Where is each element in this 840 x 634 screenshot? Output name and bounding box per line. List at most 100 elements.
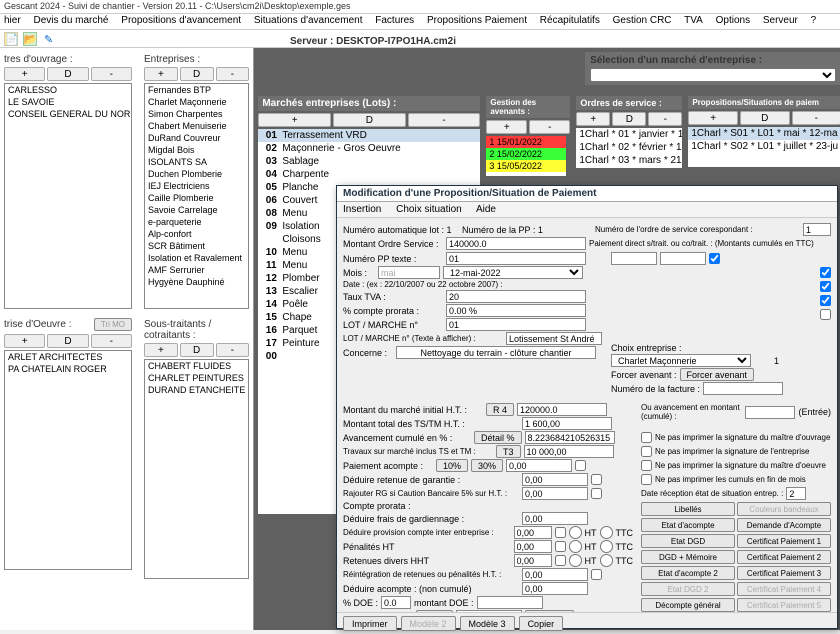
p10-button[interactable]: 10% (436, 459, 468, 472)
noimp1-check[interactable] (641, 431, 652, 444)
list-item[interactable]: 2 15/02/2022 (486, 148, 566, 160)
plus-button[interactable]: + (576, 112, 610, 126)
list-item[interactable]: 1Charl * S01 * L01 * mai * 12-ma (688, 127, 840, 140)
plus-button[interactable]: + (258, 113, 331, 127)
pd-check[interactable] (820, 294, 831, 307)
chk[interactable] (591, 473, 602, 486)
list-item[interactable]: IEJ Electriciens (145, 180, 248, 192)
avcum-input[interactable] (525, 431, 615, 444)
provi-input[interactable] (514, 526, 552, 539)
menu-item[interactable]: Propositions Paiement (427, 15, 527, 26)
list-item[interactable]: CHARLET PEINTURES (145, 372, 248, 384)
plus-button[interactable]: + (4, 334, 45, 348)
pd-check[interactable] (820, 266, 831, 279)
list-item[interactable]: CARLESSO (5, 84, 131, 96)
btn-couleurs[interactable]: Couleurs bandeaux (737, 502, 831, 516)
rhht-input[interactable] (514, 554, 552, 567)
menu-item[interactable]: Factures (375, 15, 414, 26)
choix-select[interactable]: Charlet Maçonnerie (611, 354, 751, 367)
tab-insertion[interactable]: Insertion (343, 204, 381, 215)
menu-item[interactable]: ? (811, 15, 817, 26)
avenants-list[interactable]: 1 15/01/20222 15/02/20223 15/05/2022 (486, 136, 566, 176)
btn-decompte[interactable]: Décompte général (641, 598, 735, 612)
plus-button[interactable]: + (144, 67, 178, 81)
pd-check[interactable] (820, 280, 831, 293)
d-button[interactable]: D (180, 67, 214, 81)
list-item[interactable]: Migdal Bois (145, 144, 248, 156)
frais-input[interactable] (522, 512, 588, 525)
detail-button[interactable]: Détail (416, 610, 453, 612)
noimp3-check[interactable] (641, 459, 652, 472)
list-item[interactable]: 1Charl * 03 * mars * 21-mar-2022 (576, 154, 682, 167)
ttc-radio[interactable] (600, 526, 613, 539)
menu-item[interactable]: Devis du marché (33, 15, 108, 26)
noimp4-check[interactable] (641, 473, 652, 486)
modele2-button[interactable]: Modèle 2 (401, 616, 456, 631)
d-button[interactable]: D (333, 113, 406, 127)
btn-cp1[interactable]: Certificat Paiement 1 (737, 534, 831, 548)
table-row[interactable]: 04Charpente (258, 168, 480, 181)
list-item[interactable]: CONSEIL GENERAL DU NORD (5, 108, 131, 120)
prorata-input[interactable] (446, 304, 586, 317)
chk[interactable] (555, 526, 566, 539)
plus-button[interactable]: + (144, 343, 178, 357)
minus-button[interactable]: - (216, 67, 250, 81)
menu-item[interactable]: Situations d'avancement (254, 15, 363, 26)
travaux-input[interactable] (524, 445, 614, 458)
pd-check[interactable] (820, 308, 831, 321)
p30-button[interactable]: 30% (471, 459, 503, 472)
list-item[interactable]: 1Charl * 01 * janvier * 14-janv-2022 (576, 128, 682, 141)
minit-input[interactable] (517, 403, 607, 416)
mdoe-input[interactable] (477, 596, 543, 609)
t3-button[interactable]: T3 (496, 445, 521, 458)
list-item[interactable]: AMF Serrurier (145, 264, 248, 276)
plus-button[interactable]: + (4, 67, 45, 81)
maitres-list[interactable]: CARLESSOLE SAVOIECONSEIL GENERAL DU NORD (4, 83, 132, 309)
numpp-input[interactable] (446, 252, 586, 265)
menu-item[interactable]: Serveur (763, 15, 798, 26)
lotm-txt-input[interactable] (506, 332, 602, 345)
list-item[interactable]: CHABERT FLUIDES (145, 360, 248, 372)
props-list[interactable]: 1Charl * S01 * L01 * mai * 12-ma1Charl *… (688, 127, 840, 167)
drecep-input[interactable] (786, 487, 806, 500)
minus-button[interactable]: - (792, 111, 840, 125)
list-item[interactable]: Fernandes BTP (145, 84, 248, 96)
list-item[interactable]: Simon Charpentes (145, 108, 248, 120)
file-icon[interactable]: 📄 (4, 32, 18, 46)
ht-radio[interactable] (569, 554, 582, 567)
list-item[interactable]: e-parqueterie (145, 216, 248, 228)
num-ordre-input[interactable] (803, 223, 831, 236)
sous-list[interactable]: CHABERT FLUIDESCHARLET PEINTURESDURAND E… (144, 359, 249, 579)
lotm-input[interactable] (446, 318, 586, 331)
d-button[interactable]: D (47, 334, 88, 348)
ht-radio[interactable] (569, 526, 582, 539)
entreprises-list[interactable]: Fernandes BTPCharlet MaçonnerieSimon Cha… (144, 83, 249, 309)
list-item[interactable]: Alp-confort (145, 228, 248, 240)
trimo-button[interactable]: Tri MO (94, 318, 132, 331)
tool-icon[interactable]: ✎ (42, 33, 56, 47)
ordres-list[interactable]: 1Charl * 01 * janvier * 14-janv-2022 1Cha… (576, 128, 682, 168)
list-item[interactable]: ARLET ARCHITECTES (5, 351, 131, 363)
btn-dgd-memoire[interactable]: DGD + Mémoire (641, 550, 735, 564)
plus-button[interactable]: + (486, 120, 527, 134)
list-item[interactable]: 1Charl * S02 * L01 * juillet * 23-ju (688, 140, 840, 153)
list-item[interactable]: LE SAVOIE (5, 96, 131, 108)
table-row[interactable]: 03Sablage (258, 155, 480, 168)
list-item[interactable]: Duchen Plomberie (145, 168, 248, 180)
d-button[interactable]: D (47, 67, 88, 81)
menu-item[interactable]: TVA (684, 15, 703, 26)
pa-check[interactable] (575, 459, 586, 472)
list-item[interactable]: SCR Bâtiment (145, 240, 248, 252)
pen-input[interactable] (514, 540, 552, 553)
menu-item[interactable]: Récapitulatifs (540, 15, 600, 26)
minus-button[interactable]: - (91, 67, 132, 81)
montant-ordre-input[interactable] (446, 237, 586, 250)
tab-aide[interactable]: Aide (476, 204, 496, 215)
rg-input[interactable] (522, 487, 588, 500)
minus-button[interactable]: - (91, 334, 132, 348)
btn-demande-acompte[interactable]: Demande d'Acompte (737, 518, 831, 532)
detailp-button[interactable]: Détail % (474, 431, 522, 444)
btn-etat-acompte[interactable]: Etat d'acompte (641, 518, 735, 532)
list-item[interactable]: Savoie Carrelage (145, 204, 248, 216)
open-icon[interactable]: 📂 (23, 32, 37, 46)
